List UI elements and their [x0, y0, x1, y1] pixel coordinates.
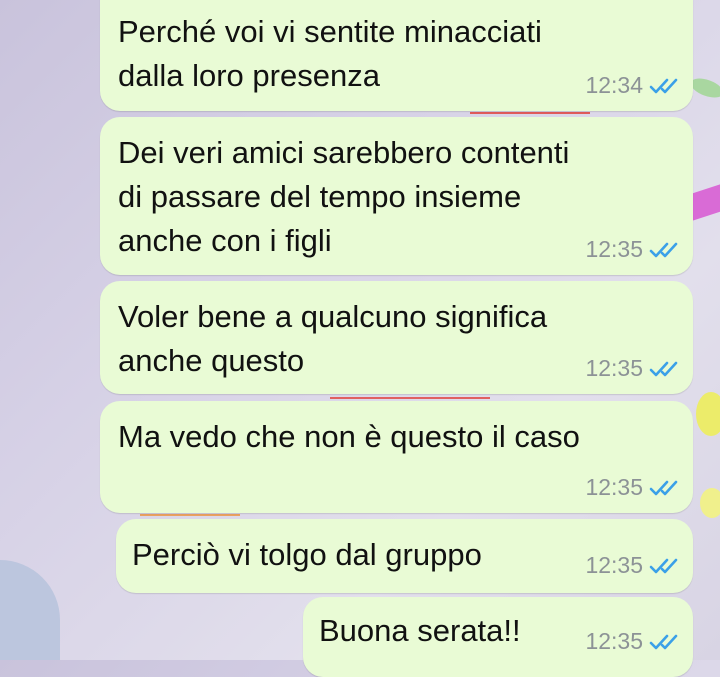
message-list: Perché voi vi sentite minacciati dalla l… [0, 0, 720, 677]
message-meta: 12:35 [585, 628, 679, 655]
double-check-read-icon [649, 242, 678, 257]
message-bubble[interactable]: Perché voi vi sentite minacciati dalla l… [100, 0, 693, 111]
message-meta: 12:34 [585, 72, 679, 99]
message-text: Voler bene a qualcuno significa anche qu… [118, 299, 548, 378]
message-time: 12:35 [585, 552, 643, 578]
message-text: Perciò vi tolgo dal gruppo [132, 537, 482, 572]
message-meta: 12:35 [585, 552, 679, 579]
double-check-read-icon [649, 558, 678, 573]
message-bubble[interactable]: Dei veri amici sarebbero contenti di pas… [100, 117, 693, 275]
message-text: Buona serata!! [319, 613, 521, 648]
message-time: 12:35 [585, 236, 643, 262]
double-check-read-icon [649, 78, 678, 93]
message-meta: 12:35 [585, 236, 679, 263]
message-time: 12:34 [585, 72, 643, 98]
double-check-read-icon [649, 361, 678, 376]
message-bubble[interactable]: Buona serata!! 12:35 [303, 597, 693, 677]
double-check-read-icon [649, 480, 678, 495]
message-time: 12:35 [585, 474, 643, 500]
message-bubble[interactable]: Voler bene a qualcuno significa anche qu… [100, 281, 693, 394]
message-text: Ma vedo che non è questo il caso [118, 419, 580, 454]
message-bubble[interactable]: Ma vedo che non è questo il caso 12:35 [100, 401, 693, 513]
double-check-read-icon [649, 634, 678, 649]
message-time: 12:35 [585, 628, 643, 654]
message-meta: 12:35 [585, 474, 679, 501]
message-time: 12:35 [585, 355, 643, 381]
message-text: Perché voi vi sentite minacciati dalla l… [118, 14, 542, 93]
message-meta: 12:35 [585, 355, 679, 382]
message-bubble[interactable]: Perciò vi tolgo dal gruppo 12:35 [116, 519, 693, 593]
message-text: Dei veri amici sarebbero contenti di pas… [118, 135, 570, 258]
